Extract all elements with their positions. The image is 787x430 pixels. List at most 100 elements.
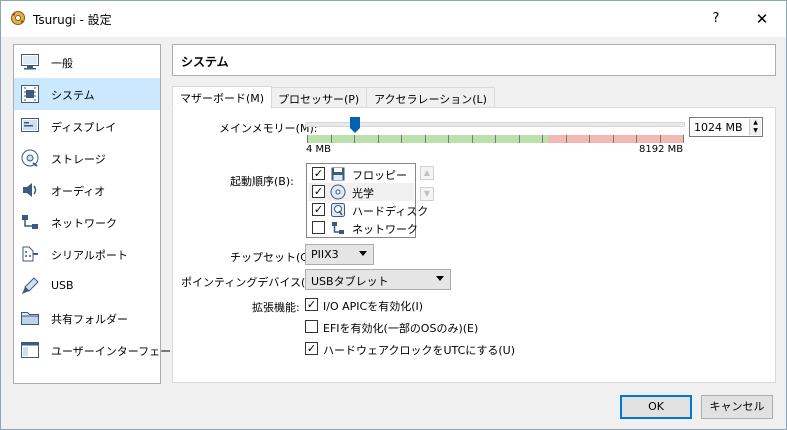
- gear-icon: [11, 11, 25, 25]
- sidebar-item-label: ユーザーインターフェース: [51, 345, 182, 358]
- chevron-down-icon: [436, 276, 444, 281]
- boot-item-floppy[interactable]: ✓ フロッピー: [309, 165, 414, 183]
- utc-clock-checkbox[interactable]: ✓: [305, 342, 318, 355]
- memory-spinbox[interactable]: 1024 MB ▲ ▼: [689, 117, 763, 137]
- title-bar: Tsurugi - 設定 ? ✕: [1, 1, 786, 37]
- memory-scale-tick: [519, 135, 520, 143]
- chipset-select[interactable]: PIIX3: [305, 244, 374, 265]
- boot-item-label: ネットワーク: [352, 223, 418, 236]
- feature-label: EFIを有効化(一部のOSのみ)(E): [323, 322, 479, 335]
- memory-max-label: 8192 MB: [639, 144, 684, 155]
- pointing-device-label: ポインティングデバイス(P):: [181, 276, 320, 289]
- memory-scale-tick: [589, 135, 590, 143]
- boot-item-label: 光学: [352, 187, 374, 200]
- chevron-down-icon: [359, 251, 367, 256]
- ui-window-icon: [21, 342, 39, 358]
- memory-scale-tick: [378, 135, 379, 143]
- memory-slider-track[interactable]: [305, 122, 685, 127]
- window-title: Tsurugi - 設定: [33, 13, 112, 27]
- spin-arrows[interactable]: ▲ ▼: [749, 119, 761, 135]
- display-icon: [21, 118, 39, 132]
- memory-scale-tick: [660, 135, 661, 143]
- hard-disk-icon: [331, 203, 345, 217]
- tab-motherboard[interactable]: マザーボード(M): [172, 86, 273, 109]
- memory-label: メインメモリー(M):: [219, 122, 318, 135]
- sidebar-item-label: オーディオ: [51, 185, 106, 198]
- sidebar-item-serial-port[interactable]: シリアルポート: [14, 238, 160, 270]
- memory-scale-tick: [448, 135, 449, 143]
- boot-order-label: 起動順序(B):: [230, 175, 294, 188]
- help-button[interactable]: ?: [693, 1, 739, 37]
- memory-scale-tick: [472, 135, 473, 143]
- memory-scale-tick: [307, 135, 308, 143]
- speaker-icon: [23, 183, 37, 197]
- sidebar-item-label: USB: [51, 279, 74, 292]
- sidebar-item-usb[interactable]: USB: [14, 270, 160, 302]
- sidebar-item-system[interactable]: システム: [14, 78, 160, 110]
- boot-item-label: フロッピー: [352, 169, 407, 182]
- tab-processor[interactable]: プロセッサー(P): [270, 87, 368, 108]
- disk-icon: [21, 149, 39, 167]
- memory-scale-tick: [401, 135, 402, 143]
- memory-scale-tick: [566, 135, 567, 143]
- network-icon: [22, 215, 38, 229]
- move-down-button[interactable]: ▼: [420, 187, 434, 201]
- page-header: システム: [172, 44, 776, 76]
- usb-icon: [22, 277, 39, 294]
- boot-item-network[interactable]: ネットワーク: [309, 219, 418, 237]
- pointing-device-select[interactable]: USBタブレット: [305, 269, 451, 290]
- boot-hard-disk-checkbox[interactable]: ✓: [312, 203, 325, 216]
- tab-acceleration[interactable]: アクセラレーション(L): [366, 87, 495, 108]
- sidebar-item-label: 共有フォルダー: [51, 313, 128, 326]
- sidebar-item-shared-folders[interactable]: 共有フォルダー: [14, 302, 160, 334]
- efi-checkbox[interactable]: [305, 320, 318, 333]
- memory-scale-tick: [542, 135, 543, 143]
- sidebar-item-label: ネットワーク: [51, 217, 117, 230]
- memory-slider-thumb[interactable]: [349, 116, 361, 134]
- spin-up-icon[interactable]: ▲: [750, 119, 761, 127]
- boot-item-optical[interactable]: ✓ 光学: [309, 183, 414, 201]
- settings-window: Tsurugi - 設定 ? ✕ 一般 システム ディスプレイ ストレージ オー…: [0, 0, 787, 430]
- monitor-icon: [21, 54, 39, 70]
- sidebar-item-label: 一般: [51, 57, 73, 70]
- memory-scale-tick: [331, 135, 332, 143]
- cancel-button[interactable]: キャンセル: [701, 395, 773, 419]
- boot-order-list: ✓ フロッピー ✓ 光学 ✓ ハードディスク ネットワーク: [306, 163, 428, 238]
- memory-scale-tick: [425, 135, 426, 143]
- extended-features-label: 拡張機能:: [252, 301, 300, 314]
- serial-port-icon: [22, 246, 38, 262]
- memory-scale-tick: [613, 135, 614, 143]
- ok-button[interactable]: OK: [620, 395, 692, 419]
- memory-slider-scale: [307, 135, 684, 143]
- boot-item-hard-disk[interactable]: ✓ ハードディスク: [309, 201, 428, 219]
- boot-network-checkbox[interactable]: [312, 221, 325, 234]
- close-button[interactable]: ✕: [739, 1, 785, 37]
- sidebar-item-network[interactable]: ネットワーク: [14, 206, 160, 238]
- feature-label: ハードウェアクロックをUTCにする(U): [323, 344, 515, 357]
- io-apic-checkbox[interactable]: ✓: [305, 298, 318, 311]
- memory-scale-tick: [354, 135, 355, 143]
- feature-label: I/O APICを有効化(I): [323, 300, 424, 313]
- memory-value: 1024 MB: [694, 121, 743, 134]
- memory-scale-tick: [683, 135, 684, 143]
- memory-safe-range: [307, 135, 548, 143]
- sidebar-item-label: システム: [51, 89, 95, 102]
- boot-floppy-checkbox[interactable]: ✓: [312, 167, 325, 180]
- sidebar-item-display[interactable]: ディスプレイ: [14, 110, 160, 142]
- pointing-device-value: USBタブレット: [311, 275, 389, 288]
- sidebar-item-storage[interactable]: ストレージ: [14, 142, 160, 174]
- boot-optical-checkbox[interactable]: ✓: [312, 185, 325, 198]
- spin-down-icon[interactable]: ▼: [750, 127, 761, 135]
- sidebar-item-label: ストレージ: [51, 153, 106, 166]
- floppy-icon: [331, 167, 345, 181]
- chipset-value: PIIX3: [311, 248, 339, 261]
- memory-scale-tick: [636, 135, 637, 143]
- sidebar-item-audio[interactable]: オーディオ: [14, 174, 160, 206]
- sidebar-item-user-interface[interactable]: ユーザーインターフェース: [14, 334, 182, 366]
- move-up-button[interactable]: ▲: [420, 166, 434, 180]
- memory-scale-tick: [495, 135, 496, 143]
- sidebar-item-label: シリアルポート: [51, 249, 128, 262]
- memory-min-label: 4 MB: [306, 144, 332, 155]
- sidebar-item-general[interactable]: 一般: [14, 46, 160, 78]
- page-title: システム: [181, 55, 229, 69]
